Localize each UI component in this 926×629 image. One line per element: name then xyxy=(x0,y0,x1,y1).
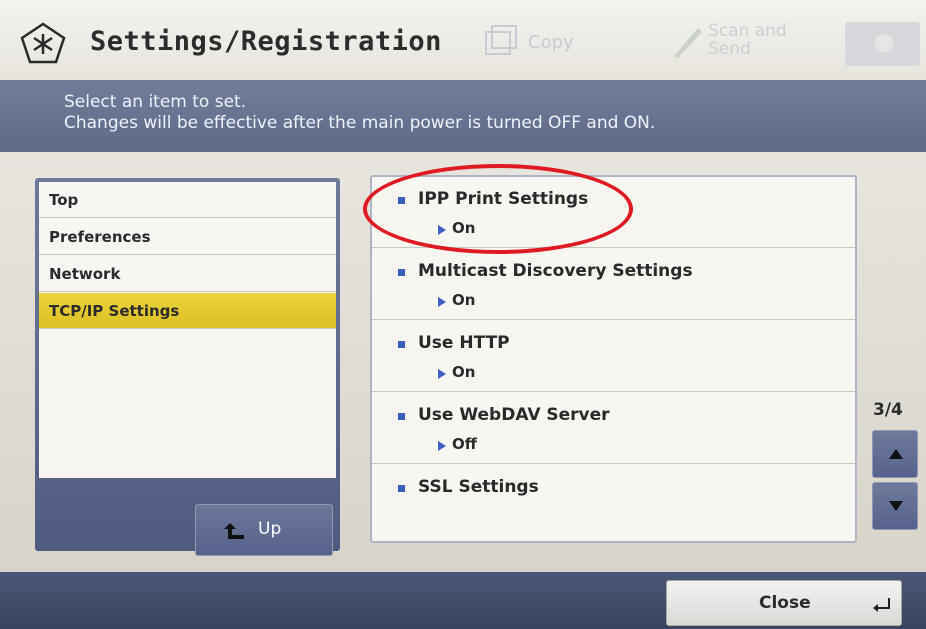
sidebar: Top Preferences Network TCP/IP Settings … xyxy=(35,178,340,556)
page-indicator: 3/4 xyxy=(873,400,903,420)
title-bar: Settings/Registration Copy Scan and Send xyxy=(0,0,926,80)
arrow-down-icon xyxy=(889,501,903,511)
setting-use-http[interactable]: Use HTTP On xyxy=(372,321,855,392)
copy-label: Copy xyxy=(528,32,574,53)
setting-ipp-print-settings[interactable]: IPP Print Settings On xyxy=(372,177,855,248)
bullet-icon xyxy=(398,269,405,276)
sidebar-item-preferences[interactable]: Preferences xyxy=(39,219,336,255)
value-arrow-icon xyxy=(438,369,446,379)
sidebar-item-top[interactable]: Top xyxy=(39,182,336,218)
setting-title: SSL Settings xyxy=(418,477,539,497)
bullet-icon xyxy=(398,197,405,204)
setting-title: Use WebDAV Server xyxy=(418,405,610,425)
status-icon xyxy=(875,34,893,52)
enter-icon xyxy=(873,598,890,612)
sidebar-item-label: Preferences xyxy=(49,228,151,246)
sidebar-list: Top Preferences Network TCP/IP Settings xyxy=(39,182,336,478)
up-arrow-icon xyxy=(224,523,244,539)
copy-icon xyxy=(485,25,517,55)
setting-title: Multicast Discovery Settings xyxy=(418,261,693,281)
value-arrow-icon xyxy=(438,225,446,235)
copy-function-button[interactable]: Copy xyxy=(480,20,610,64)
page-title: Settings/Registration xyxy=(90,26,442,57)
message-line-2: Changes will be effective after the main… xyxy=(64,113,656,133)
setting-value: Off xyxy=(452,435,477,453)
sidebar-item-label: TCP/IP Settings xyxy=(49,302,180,320)
setting-use-webdav-server[interactable]: Use WebDAV Server Off xyxy=(372,393,855,464)
scan-send-function-button[interactable]: Scan and Send xyxy=(670,16,820,66)
setting-ssl-settings[interactable]: SSL Settings xyxy=(372,465,855,536)
setting-value: On xyxy=(452,363,476,381)
bullet-icon xyxy=(398,341,405,348)
scroll-up-button[interactable] xyxy=(872,430,918,478)
scan-label-line1: Scan and xyxy=(708,21,787,41)
sidebar-item-tcp-ip-settings[interactable]: TCP/IP Settings xyxy=(39,293,336,329)
setting-title: Use HTTP xyxy=(418,333,510,353)
message-line-1: Select an item to set. xyxy=(64,92,247,112)
sidebar-item-network[interactable]: Network xyxy=(39,256,336,292)
main-area: Top Preferences Network TCP/IP Settings … xyxy=(0,152,926,572)
close-button-label: Close xyxy=(759,593,811,613)
close-button[interactable]: Close xyxy=(666,580,902,626)
value-arrow-icon xyxy=(438,441,446,451)
setting-multicast-discovery-settings[interactable]: Multicast Discovery Settings On xyxy=(372,249,855,320)
device-screen: Settings/Registration Copy Scan and Send… xyxy=(0,0,926,629)
scroll-down-button[interactable] xyxy=(872,482,918,530)
sidebar-item-label: Network xyxy=(49,265,121,283)
up-button[interactable]: Up xyxy=(195,504,333,556)
setting-value: On xyxy=(452,219,476,237)
bottom-bar: Close xyxy=(0,572,926,629)
message-bar: Select an item to set. Changes will be e… xyxy=(0,80,926,152)
setting-value: On xyxy=(452,291,476,309)
bullet-icon xyxy=(398,485,405,492)
value-arrow-icon xyxy=(438,297,446,307)
sidebar-item-label: Top xyxy=(49,191,79,209)
settings-list: IPP Print Settings On Multicast Discover… xyxy=(370,175,857,543)
scan-label-line2: Send xyxy=(708,39,751,59)
arrow-up-icon xyxy=(889,449,903,459)
up-button-label: Up xyxy=(258,519,282,539)
settings-icon xyxy=(20,22,66,64)
scan-icon xyxy=(674,28,702,58)
status-monitor-button[interactable] xyxy=(845,22,920,66)
setting-title: IPP Print Settings xyxy=(418,189,589,209)
bullet-icon xyxy=(398,413,405,420)
